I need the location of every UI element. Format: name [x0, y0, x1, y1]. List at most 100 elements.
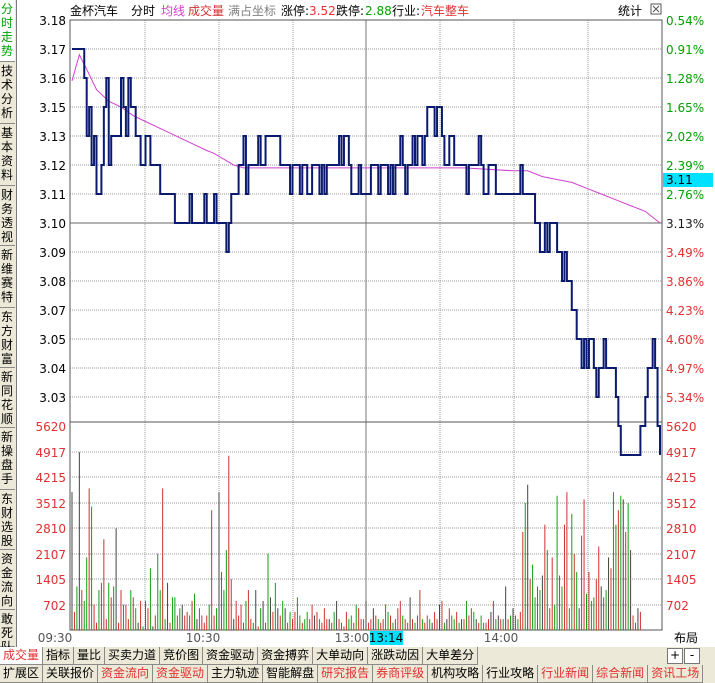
indicator-tab-4[interactable]: 买卖力道 — [105, 647, 161, 665]
side-tab-3[interactable]: 基本资料 — [0, 124, 15, 186]
side-tab-4[interactable]: 财务透视 — [0, 186, 15, 246]
info-tab-8[interactable]: 券商评级 — [373, 665, 429, 683]
pct-tick-label: 1.28% — [666, 72, 704, 86]
price-tick-label: 3.10 — [39, 217, 66, 231]
limit-down-value: 2.88 — [365, 4, 392, 18]
side-tab-8[interactable]: 新操盘手 — [0, 428, 15, 490]
price-tick-label: 3.08 — [39, 275, 66, 289]
side-tab-2[interactable]: 技术分析 — [0, 62, 15, 124]
view-label: 分时 — [131, 4, 155, 18]
side-tab-label: 财务透视 — [1, 188, 14, 244]
layout-button[interactable]: 布局 — [674, 631, 698, 645]
info-tab-10[interactable]: 行业攻略 — [483, 665, 539, 683]
price-tick-label: 3.04 — [39, 362, 66, 376]
info-tab-2[interactable]: 关联报价 — [43, 665, 99, 683]
info-tab-9[interactable]: 机构攻略 — [428, 665, 484, 683]
indicator-tab-row: 成交量 指标 量比 买卖力道 竞价图 资金驱动 资金搏弈 大单动向 涨跌动因 大单差分 — [0, 647, 479, 665]
side-tab-label: 新同花顺 — [1, 370, 14, 426]
indicator-tab-7[interactable]: 资金搏弈 — [258, 647, 314, 665]
indicator-tab-5[interactable]: 竞价图 — [160, 647, 204, 665]
time-tick-label: 09:30 — [38, 631, 73, 645]
price-tick-label: 3.16 — [39, 72, 66, 86]
side-tab-6[interactable]: 东方财富 — [0, 308, 15, 368]
cursor-time-label: 13:14 — [369, 631, 404, 645]
price-tick-label: 3.13 — [39, 130, 66, 144]
indicator-tab-8[interactable]: 大单动向 — [313, 647, 369, 665]
price-tick-label: 3.18 — [39, 14, 66, 28]
info-tab-13[interactable]: 资讯工场 — [648, 665, 704, 683]
price-tick-label: 3.05 — [39, 333, 66, 347]
info-tab-6[interactable]: 智能解盘 — [263, 665, 319, 683]
price-tick-label: 3.17 — [39, 43, 66, 57]
volume-tick-label-right: 3512 — [666, 497, 697, 511]
side-tab-label: 技术分析 — [1, 64, 14, 120]
stats-button[interactable]: 统计 — [618, 4, 642, 18]
pct-tick-label: 2.02% — [666, 130, 704, 144]
pct-tick-label: 0.91% — [666, 43, 704, 57]
volume-tick-label: 5620 — [35, 420, 66, 434]
price-tick-label: 3.07 — [39, 304, 66, 318]
volume-tick-label-right: 4917 — [666, 446, 697, 460]
avg-line-toggle[interactable]: 均线 — [161, 4, 185, 18]
volume-tick-label: 4215 — [35, 471, 66, 485]
volume-tick-label: 3512 — [35, 497, 66, 511]
volume-tick-label: 2107 — [35, 548, 66, 562]
pct-tick-label: 0.54% — [666, 14, 704, 28]
pct-tick-label: 4.23% — [666, 304, 704, 318]
volume-tick-label-right: 702 — [666, 599, 689, 613]
intraday-chart[interactable]: 金杯汽车 分时 均线 成交量 满占坐标 涨停: 3.52 跌停: 2.88 行业: 汽车整车 统计 3.… — [0, 0, 715, 647]
time-tick-label: 10:30 — [186, 631, 221, 645]
indicator-tab-10[interactable]: 大单差分 — [423, 647, 479, 665]
time-tick-label: 13:00 — [335, 631, 370, 645]
volume-toggle[interactable]: 成交量 — [188, 3, 224, 18]
pct-tick-label: 3.49% — [666, 246, 704, 260]
indicator-tab-1[interactable]: 成交量 — [0, 647, 44, 665]
close-icon[interactable] — [650, 3, 662, 15]
side-tab-11[interactable]: 敢死队 — [0, 610, 15, 654]
pct-tick-label: 2.76% — [666, 188, 704, 202]
side-tab-10[interactable]: 资金流向 — [0, 550, 15, 610]
side-tab-5[interactable]: 新维赛特 — [0, 246, 15, 308]
pct-tick-label: 3.86% — [666, 275, 704, 289]
info-tab-4[interactable]: 资金驱动 — [153, 665, 209, 683]
indicator-tab-2[interactable]: 指标 — [43, 647, 75, 665]
info-tab-3[interactable]: 资金流向 — [98, 665, 154, 683]
bottom-tab-bar: 成交量 指标 量比 买卖力道 竞价图 资金驱动 资金搏弈 大单动向 涨跌动因 大单差分 扩展区 关联… — [0, 647, 715, 683]
pct-tick-label: 3.13% — [666, 217, 704, 231]
limit-down-label: 跌停: — [336, 3, 364, 18]
volume-tick-label: 4917 — [35, 446, 66, 460]
side-tab-strip: 分时走势技术分析基本资料财务透视新维赛特东方财富新同花顺新操盘手东财选股资金流向… — [0, 0, 17, 654]
zoom-out-button[interactable]: - — [684, 648, 700, 664]
info-tab-7[interactable]: 研究报告 — [318, 665, 374, 683]
fill-coordinate-toggle[interactable]: 满占坐标 — [228, 3, 276, 18]
price-tick-label: 3.03 — [39, 391, 66, 405]
side-tab-label: 东方财富 — [1, 310, 14, 366]
volume-tick-label-right: 1405 — [666, 573, 697, 587]
side-tab-9[interactable]: 东财选股 — [0, 490, 15, 550]
volume-tick-label-right: 5620 — [666, 420, 697, 434]
side-tab-1[interactable]: 分时走势 — [0, 0, 15, 62]
side-tab-7[interactable]: 新同花顺 — [0, 368, 15, 428]
info-tab-5[interactable]: 主力轨迹 — [208, 665, 264, 683]
pct-tick-label: 1.65% — [666, 101, 704, 115]
info-tab-12[interactable]: 综合新闻 — [593, 665, 649, 683]
current-price-value: 3.11 — [666, 173, 693, 187]
pct-tick-label: 2.39% — [666, 159, 704, 173]
indicator-tab-9[interactable]: 涨跌动因 — [368, 647, 424, 665]
volume-tick-label-right: 2810 — [666, 522, 697, 536]
limit-up-value: 3.52 — [309, 4, 336, 18]
price-tick-label: 3.15 — [39, 101, 66, 115]
zoom-in-button[interactable]: + — [667, 648, 683, 664]
limit-up-label: 涨停: — [281, 3, 309, 18]
info-tab-row: 扩展区 关联报价 资金流向 资金驱动 主力轨迹 智能解盘 研究报告 券商评级 机构攻略 行业攻略行… — [0, 665, 704, 683]
indicator-tab-6[interactable]: 资金驱动 — [203, 647, 259, 665]
side-tab-label: 东财选股 — [1, 492, 14, 548]
volume-tick-label-right: 2107 — [666, 548, 697, 562]
info-tab-11[interactable]: 行业新闻 — [538, 665, 594, 683]
volume-tick-label-right: 4215 — [666, 471, 697, 485]
side-tab-label: 新维赛特 — [1, 248, 14, 304]
info-tab-1[interactable]: 扩展区 — [0, 665, 44, 683]
indicator-tab-3[interactable]: 量比 — [74, 647, 106, 665]
industry-value[interactable]: 汽车整车 — [421, 3, 469, 18]
time-tick-label: 14:00 — [484, 631, 519, 645]
